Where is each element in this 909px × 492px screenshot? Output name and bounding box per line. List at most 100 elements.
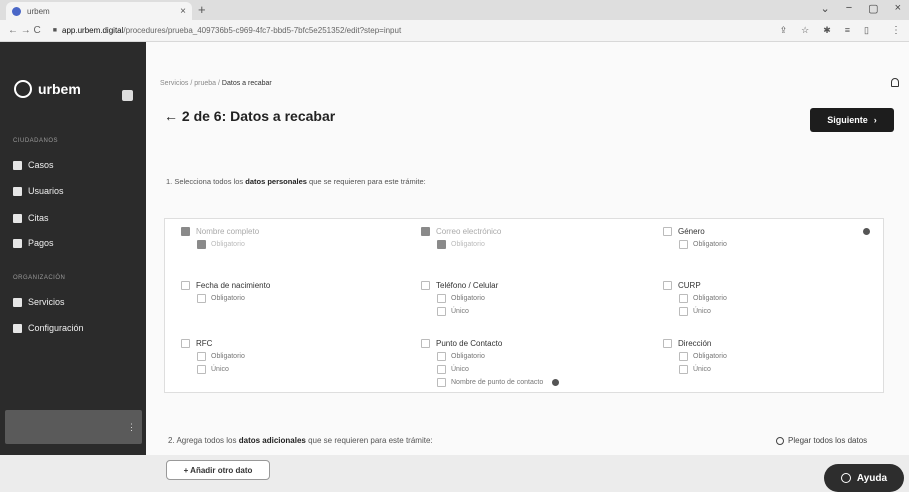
field-toggle[interactable]: Teléfono / Celular [421,281,645,290]
sidepanel-icon[interactable]: ▯ [864,25,869,36]
lock-icon: ■ [52,27,58,34]
field-checkbox[interactable] [181,227,190,236]
suboption-checkbox[interactable] [197,294,206,303]
suboption-label: Obligatorio [451,241,485,248]
step2-instructions: 2. Agrega todos los datos adicionales qu… [168,436,433,445]
user-icon [13,186,22,196]
brand[interactable]: urbem [14,80,81,98]
add-field-button[interactable]: + Añadir otro dato [166,460,270,480]
field-suboption[interactable]: Obligatorio [437,240,645,249]
field-suboption[interactable]: Nombre de punto de contacto [437,378,645,387]
suboption-checkbox[interactable] [437,365,446,374]
suboption-checkbox[interactable] [437,294,446,303]
suboption-label: Obligatorio [693,353,727,360]
suboption-checkbox[interactable] [197,365,206,374]
field-checkbox[interactable] [421,339,430,348]
sidebar-item-configuracion[interactable]: Configuración [13,323,84,333]
suboption-label: Único [451,308,469,315]
browser-tab[interactable]: urbem × [6,2,192,20]
field-suboption[interactable]: Único [437,307,645,316]
field-checkbox[interactable] [663,339,672,348]
sidebar-item-pagos[interactable]: Pagos [13,238,54,248]
field-checkbox[interactable] [663,227,672,236]
next-button[interactable]: Siguiente › [810,108,894,132]
field-suboption[interactable]: Único [679,365,887,374]
field-label: Género [678,227,705,236]
step2-post: que se requieren para este trámite: [308,436,433,445]
sidebar-item-casos[interactable]: Casos [13,160,54,170]
field-suboption[interactable]: Único [679,307,887,316]
field-checkbox[interactable] [421,227,430,236]
new-tab-button[interactable]: + [198,2,206,17]
help-button[interactable]: Ayuda [824,464,904,492]
suboption-checkbox[interactable] [197,352,206,361]
field-suboption[interactable]: Obligatorio [679,294,887,303]
suboption-checkbox[interactable] [437,378,446,387]
sidebar-item-usuarios[interactable]: Usuarios [13,186,64,196]
field-suboption[interactable]: Único [197,365,405,374]
reading-list-icon[interactable]: ≡ [845,25,850,36]
field-toggle[interactable]: Fecha de nacimiento [181,281,405,290]
sidebar-item-servicios[interactable]: Servicios [13,297,65,307]
step1-bold: datos personales [245,177,307,186]
user-account-box[interactable]: ⋮ [5,410,142,444]
bookmark-star-icon[interactable]: ☆ [801,25,809,36]
field-toggle[interactable]: Correo electrónico [421,227,645,236]
suboption-checkbox[interactable] [679,294,688,303]
field-label: CURP [678,281,701,290]
breadcrumb-servicios[interactable]: Servicios [160,80,188,87]
field-checkbox[interactable] [663,281,672,290]
main-content: Servicios / prueba / Datos a recabar ← 2… [146,42,909,492]
suboption-checkbox[interactable] [437,307,446,316]
field-suboption[interactable]: Obligatorio [679,352,887,361]
field-checkbox[interactable] [181,281,190,290]
suboption-checkbox[interactable] [679,307,688,316]
field-option: Correo electrónico Obligatorio [413,223,653,281]
browser-actions: ⇪ ☆ ✱ ≡ ▯ [780,25,869,36]
close-window-button[interactable]: × [895,2,901,15]
favicon-icon [12,6,21,16]
field-toggle[interactable]: Género [663,227,887,236]
field-suboption[interactable]: Obligatorio [197,294,405,303]
sidebar: urbem CIUDADANOS Casos Usuarios Citas Pa… [0,42,146,455]
maximize-button[interactable]: ▢ [868,2,878,15]
field-toggle[interactable]: Punto de Contacto [421,339,645,348]
share-icon[interactable]: ⇪ [780,25,788,36]
info-icon[interactable] [862,228,870,235]
minimize-button[interactable]: − [846,2,852,15]
bell-icon[interactable] [891,78,899,87]
field-suboption[interactable]: Obligatorio [437,352,645,361]
more-vertical-icon[interactable]: ⋮ [127,422,136,433]
url-field[interactable]: ■ app.urbem.digital /procedures/prueba_4… [53,26,780,35]
info-icon[interactable] [552,379,560,386]
field-toggle[interactable]: Dirección [663,339,887,348]
field-toggle[interactable]: CURP [663,281,887,290]
field-label: Correo electrónico [436,227,502,236]
browser-menu-icon[interactable]: ⋮ [891,25,901,36]
suboption-checkbox[interactable] [679,365,688,374]
collapse-all-button[interactable]: Plegar todos los datos [776,436,867,445]
breadcrumb-prueba[interactable]: prueba [194,80,216,87]
field-checkbox[interactable] [181,339,190,348]
sidebar-item-citas[interactable]: Citas [13,213,49,223]
field-toggle[interactable]: RFC [181,339,405,348]
field-suboption[interactable]: Obligatorio [437,294,645,303]
suboption-checkbox[interactable] [197,240,206,249]
sidebar-item-label: Casos [28,160,54,170]
field-suboption[interactable]: Obligatorio [197,352,405,361]
field-suboption[interactable]: Obligatorio [679,240,887,249]
tab-search-button[interactable]: ⌄ [821,2,830,15]
collapse-sidebar-button[interactable] [122,90,133,101]
suboption-checkbox[interactable] [437,240,446,249]
field-checkbox[interactable] [421,281,430,290]
suboption-checkbox[interactable] [437,352,446,361]
tab-close-icon[interactable]: × [180,6,186,17]
field-suboption[interactable]: Único [437,365,645,374]
suboption-checkbox[interactable] [679,240,688,249]
suboption-label: Único [451,366,469,373]
field-toggle[interactable]: Nombre completo [181,227,405,236]
extensions-icon[interactable]: ✱ [823,25,831,36]
field-suboption[interactable]: Obligatorio [197,240,405,249]
suboption-checkbox[interactable] [679,352,688,361]
nav-buttons[interactable]: ← → C [8,25,41,36]
